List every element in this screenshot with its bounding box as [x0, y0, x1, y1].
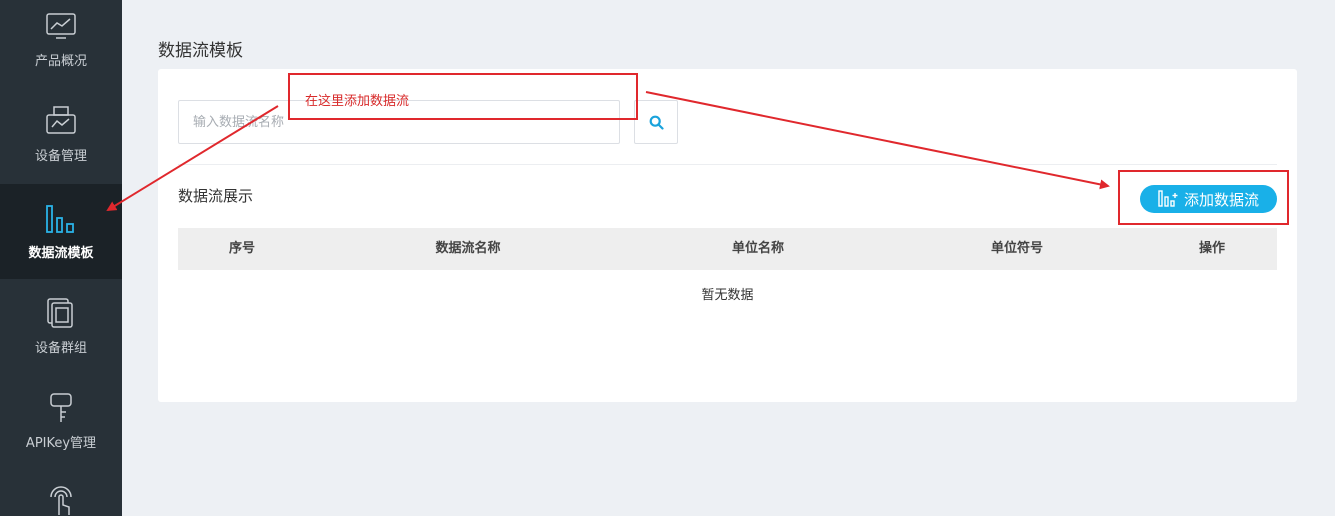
sidebar-item-label: 设备群组 — [34, 341, 87, 356]
sidebar-item-device-group[interactable]: 设备群组 — [0, 279, 122, 374]
sidebar-item-label: 产品概况 — [34, 54, 87, 69]
column-header-name: 数据流名称 — [435, 241, 501, 256]
table-header: 序号 数据流名称 单位名称 单位符号 操作 — [178, 228, 1277, 270]
sidebar-item-label: APIKey管理 — [25, 436, 97, 451]
annotation-highlight-box — [1118, 170, 1289, 225]
column-header-actions: 操作 — [1198, 241, 1226, 256]
section-title: 数据流展示 — [178, 187, 254, 205]
bar-chart-icon — [45, 202, 77, 234]
touch-signal-icon — [45, 485, 77, 516]
device-stack-icon — [46, 297, 76, 329]
sidebar-item-product-overview[interactable]: 产品概况 — [0, 0, 122, 89]
column-header-index: 序号 — [228, 241, 256, 256]
chart-monitor-icon — [45, 10, 77, 42]
annotation-text: 在这里添加数据流 — [305, 94, 410, 109]
column-header-unit-name: 单位名称 — [731, 241, 785, 256]
search-button[interactable] — [634, 100, 678, 144]
key-icon — [48, 392, 74, 424]
sidebar-item-label: 设备管理 — [34, 149, 87, 164]
page-title: 数据流模板 — [158, 41, 243, 61]
printer-icon — [45, 105, 77, 137]
sidebar: 产品概况 设备管理 数据流模板 设备群组 APIKey管理 — [0, 0, 122, 516]
sidebar-item-label: 数据流模板 — [28, 246, 94, 261]
sidebar-item-device-management[interactable]: 设备管理 — [0, 89, 122, 184]
sidebar-item-apikey-management[interactable]: APIKey管理 — [0, 374, 122, 469]
sidebar-item-touch[interactable] — [0, 469, 122, 516]
search-icon — [649, 115, 664, 130]
sidebar-item-datastream-template[interactable]: 数据流模板 — [0, 184, 122, 279]
table-empty-text: 暂无数据 — [701, 288, 754, 303]
divider — [178, 164, 1277, 165]
column-header-unit-symbol: 单位符号 — [990, 241, 1044, 256]
